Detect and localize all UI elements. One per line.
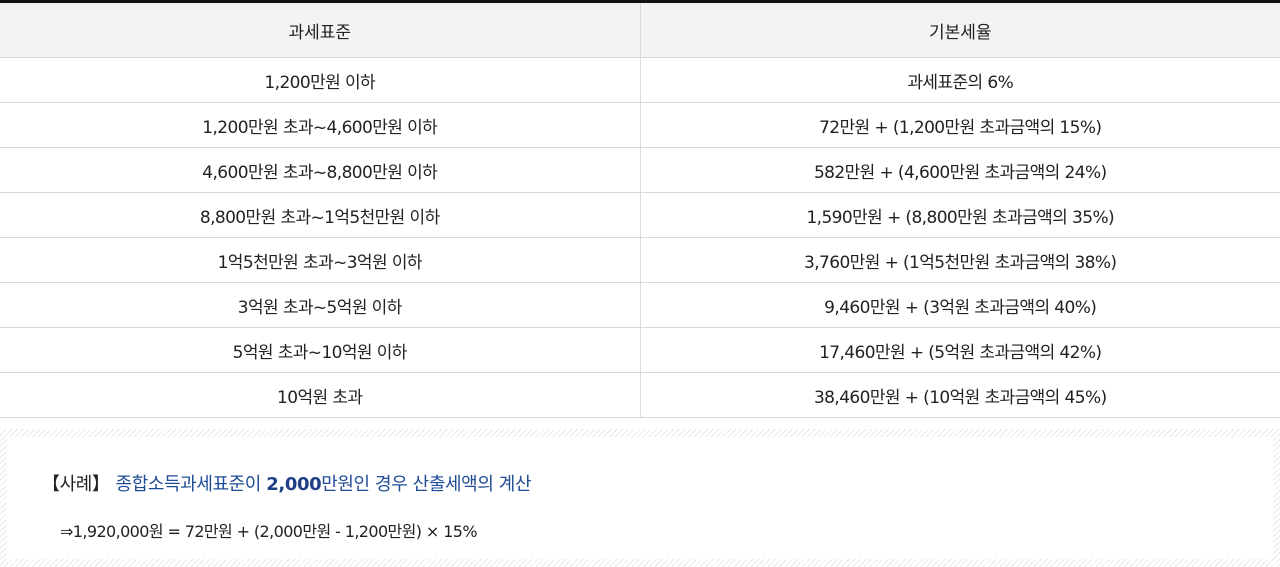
tax-rate-cell: 582만원 + (4,600만원 초과금액의 24%) — [640, 147, 1280, 193]
tax-base-cell: 1,200만원 이하 — [0, 57, 641, 103]
table-header-row: 과세표준 기본세율 — [0, 1, 1280, 58]
example-desc-after: 만원인 경우 산출세액의 계산 — [321, 474, 532, 495]
tax-base-cell: 3억원 초과~5억원 이하 — [0, 282, 641, 328]
tax-base-cell: 5억원 초과~10억원 이하 — [0, 327, 641, 373]
example-desc-amount: 2,000 — [266, 474, 322, 495]
header-tax-base: 과세표준 — [0, 1, 641, 58]
example-box: 【사례】 종합소득과세표준이 2,000만원인 경우 산출세액의 계산 ⇒1,92… — [0, 429, 1280, 567]
tax-rate-cell: 17,460만원 + (5억원 초과금액의 42%) — [640, 327, 1280, 373]
table-row: 5억원 초과~10억원 이하 17,460만원 + (5억원 초과금액의 42%… — [0, 327, 1280, 373]
table-row: 8,800만원 초과~1억5천만원 이하 1,590만원 + (8,800만원 … — [0, 192, 1280, 238]
tax-base-cell: 10억원 초과 — [0, 372, 641, 418]
tax-rate-table: 과세표준 기본세율 1,200만원 이하 과세표준의 6% 1,200만원 초과… — [0, 0, 1280, 418]
example-formula: ⇒1,920,000원 = 72만원 + (2,000만원 - 1,200만원)… — [60, 522, 478, 541]
example-tag: 【사례】 — [42, 474, 110, 495]
tax-rate-cell: 1,590만원 + (8,800만원 초과금액의 35%) — [640, 192, 1280, 238]
tax-base-cell: 1억5천만원 초과~3억원 이하 — [0, 237, 641, 283]
tax-rate-cell: 38,460만원 + (10억원 초과금액의 45%) — [640, 372, 1280, 418]
page: 과세표준 기본세율 1,200만원 이하 과세표준의 6% 1,200만원 초과… — [0, 0, 1280, 567]
tax-rate-cell: 과세표준의 6% — [640, 57, 1280, 103]
table-row: 1,200만원 이하 과세표준의 6% — [0, 57, 1280, 103]
header-basic-rate: 기본세율 — [640, 1, 1280, 58]
table-row: 4,600만원 초과~8,800만원 이하 582만원 + (4,600만원 초… — [0, 147, 1280, 193]
table-row: 1,200만원 초과~4,600만원 이하 72만원 + (1,200만원 초과… — [0, 102, 1280, 148]
table-row: 10억원 초과 38,460만원 + (10억원 초과금액의 45%) — [0, 372, 1280, 418]
tax-rate-cell: 9,460만원 + (3억원 초과금액의 40%) — [640, 282, 1280, 328]
example-title: 【사례】 종합소득과세표준이 2,000만원인 경우 산출세액의 계산 — [42, 470, 532, 496]
tax-rate-cell: 3,760만원 + (1억5천만원 초과금액의 38%) — [640, 237, 1280, 283]
example-desc-before: 종합소득과세표준이 — [115, 474, 267, 495]
tax-base-cell: 4,600만원 초과~8,800만원 이하 — [0, 147, 641, 193]
example-content: 【사례】 종합소득과세표준이 2,000만원인 경우 산출세액의 계산 ⇒1,92… — [7, 437, 1273, 559]
tax-rate-cell: 72만원 + (1,200만원 초과금액의 15%) — [640, 102, 1280, 148]
example-description: 종합소득과세표준이 2,000만원인 경우 산출세액의 계산 — [116, 474, 532, 495]
tax-base-cell: 8,800만원 초과~1억5천만원 이하 — [0, 192, 641, 238]
table-row: 1억5천만원 초과~3억원 이하 3,760만원 + (1억5천만원 초과금액의… — [0, 237, 1280, 283]
tax-base-cell: 1,200만원 초과~4,600만원 이하 — [0, 102, 641, 148]
table-row: 3억원 초과~5억원 이하 9,460만원 + (3억원 초과금액의 40%) — [0, 282, 1280, 328]
